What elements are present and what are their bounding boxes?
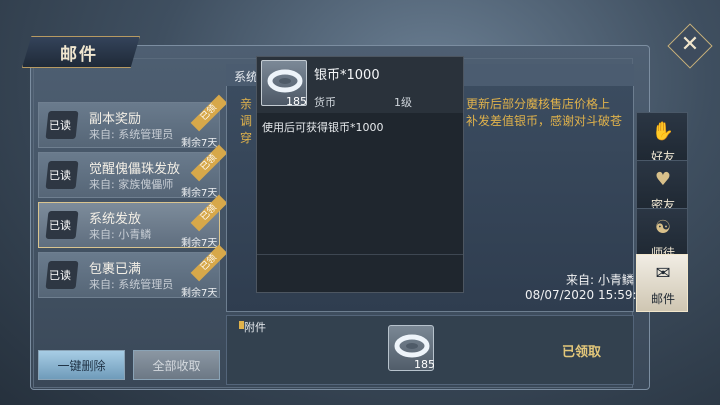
- tab-mail[interactable]: ✉ 邮件: [636, 254, 688, 312]
- mail-remaining: 剩余7天: [181, 238, 218, 249]
- mail-sender: 来自: 小青鳞: [89, 228, 152, 241]
- mail-remaining: 剩余7天: [181, 138, 218, 149]
- tooltip-item-description: 使用后可获得银币*1000: [262, 121, 384, 134]
- mail-title: 系统发放: [89, 212, 142, 227]
- mail-date: 08/07/2020 15:59:47: [525, 288, 652, 302]
- read-status: 已读: [49, 269, 71, 282]
- mail-body-line: 亲: [240, 97, 253, 111]
- read-status: 已读: [49, 219, 71, 232]
- master-apprentice-icon: ☯: [654, 217, 672, 238]
- mail-detail-sender: 来自: 小青鳞: [566, 273, 634, 287]
- mail-title: 觉醒傀儡珠发放: [89, 162, 181, 177]
- collect-all-button[interactable]: 全部收取: [133, 350, 220, 380]
- claimed-stamp: 已领取: [562, 345, 602, 360]
- tooltip-divider: [257, 254, 463, 255]
- tab-label: 邮件: [650, 292, 675, 306]
- delete-all-button[interactable]: 一键删除: [38, 350, 125, 380]
- handshake-icon: ✋: [651, 121, 675, 142]
- read-status: 已读: [49, 119, 71, 132]
- mail-sender: 来自: 系统管理员: [89, 278, 174, 291]
- mail-subject: 系统: [234, 70, 259, 84]
- mail-body-line: 补发差值银币，感谢对斗破苍: [466, 114, 623, 128]
- read-status: 已读: [49, 169, 71, 182]
- attachment-count: 185: [414, 358, 435, 371]
- close-icon[interactable]: ✕: [678, 31, 702, 59]
- mail-title: 副本奖励: [89, 112, 142, 127]
- attachment-label: 附件: [244, 321, 266, 334]
- mail-body-line: 更新后部分魔核售店价格上: [466, 97, 611, 111]
- handshake-heart-icon: ♥: [654, 169, 672, 190]
- mail-sender: 来自: 家族傀儡师: [89, 178, 174, 191]
- mail-remaining: 剩余7天: [181, 188, 218, 199]
- window-title: 邮件: [60, 45, 98, 65]
- mail-remaining: 剩余7天: [181, 288, 218, 299]
- mail-icon: ✉: [655, 263, 671, 284]
- tooltip-item-name: 银币*1000: [314, 68, 380, 83]
- mail-item[interactable]: 已读 副本奖励 来自: 系统管理员 剩余7天 已领: [38, 94, 228, 149]
- tooltip-item-type: 货币: [314, 96, 336, 109]
- mail-sender: 来自: 系统管理员: [89, 128, 174, 141]
- mail-item[interactable]: 已读 觉醒傀儡珠发放 来自: 家族傀儡师 剩余7天 已领: [38, 144, 228, 199]
- mail-item-selected[interactable]: 已读 系统发放 来自: 小青鳞 剩余7天 已领: [38, 194, 228, 249]
- tooltip-item-count: 185: [286, 95, 307, 108]
- mail-item[interactable]: 已读 包裹已满 来自: 系统管理员 剩余7天 已领: [38, 244, 228, 299]
- mail-title: 包裹已满: [89, 262, 142, 277]
- mail-body-line: 穿: [240, 131, 253, 145]
- tooltip-item-level: 1级: [394, 96, 412, 109]
- mail-body-line: 调: [240, 114, 253, 128]
